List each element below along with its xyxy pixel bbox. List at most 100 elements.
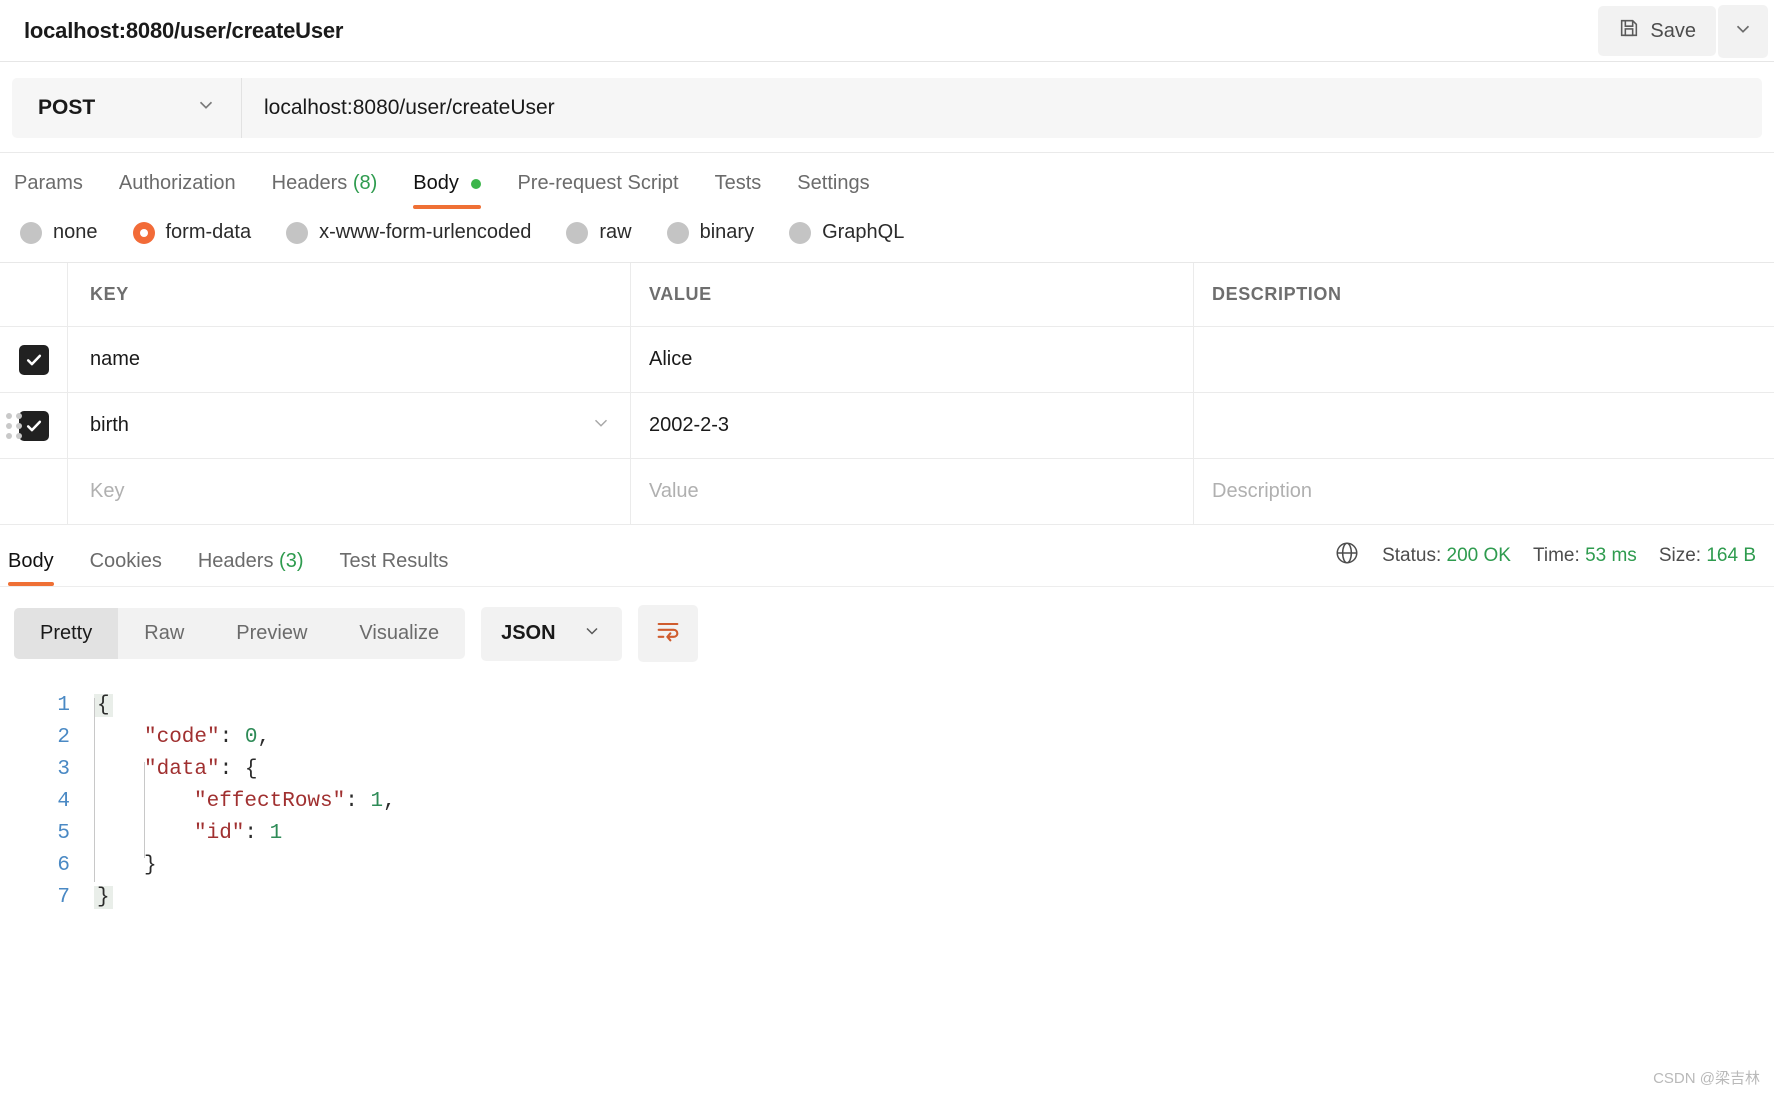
placeholder-key-input[interactable]: Key [68,459,631,524]
radio-icon [566,221,589,244]
wrap-lines-icon [654,617,682,650]
response-view-toolbar: Pretty Raw Preview Visualize JSON [0,587,1774,676]
row-key-value: name [90,348,141,370]
code-line-numbers: 1 2 3 4 5 6 7 [0,690,86,914]
body-type-radio-group: none form-data x-www-form-urlencoded raw… [0,209,1774,262]
code-line: "data": { [94,754,1774,786]
row-description-cell[interactable] [1194,393,1774,458]
header-description-cell: DESCRIPTION [1194,263,1774,326]
code-line: "code": 0, [94,722,1774,754]
placeholder-value-text: Value [649,480,699,502]
placeholder-description-input[interactable]: Description [1194,459,1774,524]
body-type-urlencoded[interactable]: x-www-form-urlencoded [286,221,531,244]
code-token-brace: { [244,758,258,781]
view-mode-pretty[interactable]: Pretty [14,608,119,659]
body-type-binary[interactable]: binary [666,221,754,244]
view-mode-visualize-label: Visualize [359,622,440,644]
tab-body[interactable]: Body [413,172,482,209]
column-header-value: VALUE [649,284,712,304]
tab-params[interactable]: Params [14,172,83,209]
status-value: 200 OK [1446,545,1511,566]
chevron-down-icon[interactable] [590,412,612,439]
row-key-value: birth [90,414,129,436]
response-tab-test-results[interactable]: Test Results [339,550,448,586]
view-mode-preview[interactable]: Preview [210,608,333,659]
tab-body-label: Body [413,172,459,194]
row-key-cell[interactable]: birth [68,393,631,458]
placeholder-description-text: Description [1212,480,1313,502]
url-input[interactable]: localhost:8080/user/createUser [242,78,1762,138]
watermark: CSDN @梁吉林 [1653,1070,1760,1087]
tab-pre-request-script[interactable]: Pre-request Script [517,172,678,209]
tab-headers-count: (8) [352,172,378,194]
code-token-number: 1 [370,790,384,813]
indent-guide [94,698,95,882]
radio-selected-icon [132,221,155,244]
save-button[interactable]: Save [1598,6,1716,56]
radio-icon [20,221,42,244]
drag-handle-icon[interactable] [6,412,22,439]
placeholder-value-input[interactable]: Value [631,459,1194,524]
response-tab-headers[interactable]: Headers (3) [198,550,304,586]
line-number: 6 [57,854,70,877]
row-description-cell[interactable] [1194,327,1774,392]
table-header-row: KEY VALUE DESCRIPTION [0,263,1774,327]
response-tab-body[interactable]: Body [8,550,54,586]
response-format-select[interactable]: JSON [481,606,622,661]
response-view-modes: Pretty Raw Preview Visualize [14,608,466,659]
chevron-down-icon [195,94,217,122]
table-row: name Alice [0,327,1774,393]
http-method-select[interactable]: POST [12,78,242,138]
code-token-brace: } [144,854,157,877]
row-checkbox-checked[interactable] [18,410,49,441]
response-body-code: 1 2 3 4 5 6 7 { "code": 0, "data": { "ef… [0,676,1774,914]
code-line: "id": 1 [94,818,1774,850]
request-tabs: Params Authorization Headers (8) Body Pr… [0,153,1774,209]
code-token-key: "effectRows" [194,790,346,813]
code-lines[interactable]: { "code": 0, "data": { "effectRows": 1, … [86,690,1774,914]
response-tab-body-label: Body [8,550,54,572]
row-value-cell[interactable]: 2002-2-3 [631,393,1194,458]
chevron-down-icon [582,621,602,647]
code-token-key: "id" [194,822,245,845]
tab-tests-label: Tests [714,172,762,194]
table-row: birth 2002-2-3 [0,393,1774,459]
tab-settings[interactable]: Settings [797,172,869,209]
time-block: Time: 53 ms [1533,545,1637,567]
status-block: Status: 200 OK [1382,545,1511,567]
placeholder-checkbox-cell [0,459,68,524]
row-checkbox-cell [0,327,68,392]
view-mode-raw[interactable]: Raw [118,608,210,659]
indent-guide [144,762,145,858]
line-number: 7 [57,886,70,909]
view-mode-visualize[interactable]: Visualize [333,608,465,659]
placeholder-key-text: Key [90,480,125,502]
response-tab-cookies[interactable]: Cookies [90,550,162,586]
code-token-brace: { [94,694,113,717]
save-options-button[interactable] [1718,4,1768,58]
code-token-comma: , [257,726,271,749]
row-value-cell[interactable]: Alice [631,327,1194,392]
row-key-cell[interactable]: name [68,327,631,392]
body-type-graphql[interactable]: GraphQL [789,221,904,244]
body-type-raw-label: raw [599,221,632,243]
body-type-raw[interactable]: raw [566,221,632,244]
response-tab-headers-count: (3) [279,550,304,572]
body-type-none[interactable]: none [20,221,98,244]
tab-tests[interactable]: Tests [715,172,762,209]
body-type-form-data[interactable]: form-data [132,221,252,244]
wrap-lines-button[interactable] [637,605,698,662]
body-type-form-data-label: form-data [165,221,252,243]
code-token-colon: : [244,822,270,845]
url-bar: POST localhost:8080/user/createUser [12,78,1762,138]
tab-headers[interactable]: Headers (8) [272,172,378,209]
time-label: Time: [1532,545,1580,566]
code-token-key: "code" [144,726,220,749]
row-checkbox-cell [0,393,68,458]
code-line: } [94,850,1774,882]
top-bar: localhost:8080/user/createUser Save [0,0,1774,62]
save-button-label: Save [1650,19,1696,42]
chevron-down-icon [1732,18,1754,45]
tab-authorization[interactable]: Authorization [119,172,236,209]
row-checkbox-checked[interactable] [18,344,49,375]
